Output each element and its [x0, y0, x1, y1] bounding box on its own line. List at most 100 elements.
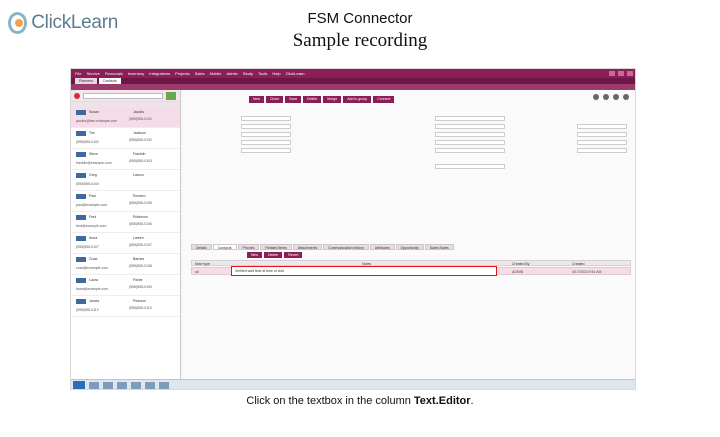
menu-study[interactable]: Study — [243, 71, 253, 76]
tab-communication-history[interactable]: Communication history — [323, 244, 369, 250]
merge-button[interactable]: Merge — [323, 96, 342, 103]
menu-sales[interactable]: Sales — [195, 71, 205, 76]
tab-details[interactable]: Details — [191, 244, 212, 250]
title-field[interactable] — [241, 132, 291, 137]
caption-suffix: . — [470, 395, 474, 407]
col-created[interactable]: Created — [572, 262, 584, 266]
minimize-icon[interactable] — [609, 71, 615, 76]
help-icon[interactable] — [623, 94, 629, 100]
connect-button[interactable]: Connect — [373, 96, 395, 103]
list-item[interactable]: Chad Barnes chad@example.com (555)555-0108 — [71, 254, 180, 275]
list-item[interactable]: Susan Jacobs jacobs@fsm.example.com (555)55… — [71, 107, 180, 128]
taskbar-app-icon[interactable] — [131, 382, 141, 389]
contact-phone: (555)555-0103 — [129, 159, 152, 163]
first-name-field[interactable] — [241, 116, 291, 121]
tab-contacts-detail[interactable]: Contacts — [212, 244, 237, 250]
contact-last-name: Jacobs — [133, 110, 145, 114]
taskbar-app-icon[interactable] — [159, 382, 169, 389]
new-button[interactable]: New — [249, 96, 265, 103]
list-item[interactable]: Tim Jackson (555)555-0102 (555)555-0102 — [71, 128, 180, 149]
default-status-select[interactable] — [577, 148, 627, 153]
menu-file[interactable]: File — [75, 71, 81, 76]
mailing-type-select[interactable] — [577, 132, 627, 137]
contact-badge — [76, 173, 86, 178]
contact-last-name: Robinson — [133, 215, 148, 219]
windows-taskbar — [71, 379, 635, 389]
save-button[interactable]: Save — [285, 96, 302, 103]
list-item[interactable]: Fred Robinson fred@example.com (555)555-010… — [71, 212, 180, 233]
contact-search-input[interactable] — [83, 93, 163, 99]
tab-related-items[interactable]: Related items — [260, 244, 292, 250]
contact-badge — [76, 152, 86, 157]
close-icon[interactable] — [627, 71, 633, 76]
taskbar-app-icon[interactable] — [89, 382, 99, 389]
contact-first-name: James — [89, 299, 100, 303]
taskbar-app-icon[interactable] — [145, 382, 155, 389]
tab-attributes[interactable]: Attributes — [369, 244, 395, 250]
menu-mobile[interactable]: Mobile — [210, 71, 222, 76]
col-created-by[interactable]: Created By — [512, 262, 530, 266]
windows-start-icon[interactable] — [73, 381, 85, 389]
menu-clicklearn[interactable]: ClickLearn — [286, 71, 305, 76]
contact-id-field[interactable] — [241, 140, 291, 145]
menu-financials[interactable]: Financials — [105, 71, 123, 76]
list-item[interactable]: James Pearson (555)555-0110 (555)555-0110 — [71, 296, 180, 317]
menu-service[interactable]: Service — [86, 71, 99, 76]
menu-admin[interactable]: Admin — [226, 71, 237, 76]
text-editor-textbox[interactable]: Verified wait time at time of visit — [231, 266, 497, 276]
tab-sales-notes[interactable]: Sales Notes — [424, 244, 454, 250]
print-icon[interactable] — [613, 94, 619, 100]
list-item[interactable]: Greg Larson (555)555-0104 — [71, 170, 180, 191]
fax-field[interactable] — [435, 124, 505, 129]
last-name-field[interactable] — [241, 124, 291, 129]
col-note-type[interactable]: Note type — [195, 262, 210, 266]
menu-help[interactable]: Help — [272, 71, 280, 76]
tab-opportunity[interactable]: Opportunity — [395, 244, 424, 250]
app-menubar: File Service Financials Inventory Integr… — [71, 69, 635, 78]
contact-email: fred@example.com — [76, 224, 107, 228]
address-field[interactable] — [241, 148, 291, 153]
type-select[interactable] — [577, 140, 627, 145]
tab-attachments[interactable]: Attachments — [292, 244, 323, 250]
company-field[interactable] — [435, 164, 505, 169]
contact-first-name: Steve — [89, 152, 98, 156]
contact-email: (555)555-0107 — [76, 245, 99, 249]
contact-phone: (555)555-0102 — [129, 138, 152, 142]
notes-delete-button[interactable]: Delete — [264, 252, 283, 258]
list-item[interactable]: Anna Larsen (555)555-0107 (555)555-0107 — [71, 233, 180, 254]
menu-projects[interactable]: Projects — [175, 71, 189, 76]
work-phone-field[interactable] — [435, 116, 505, 121]
notes-new-button[interactable]: New — [247, 252, 263, 258]
contact-phone: (555)555-0107 — [129, 243, 152, 247]
add-to-group-button[interactable]: Add to group — [343, 96, 372, 103]
menu-tools[interactable]: Tools — [258, 71, 267, 76]
contact-phone: (555)555-0105 — [129, 201, 152, 205]
menu-inventory[interactable]: Inventory — [128, 71, 144, 76]
taskbar-app-icon[interactable] — [103, 382, 113, 389]
delete-button[interactable]: Delete — [303, 96, 322, 103]
email-field[interactable] — [435, 148, 505, 153]
list-item[interactable]: Paul Romero paul@example.com (555)555-0105 — [71, 191, 180, 212]
list-item[interactable]: Laura Fisher laura@example.com (555)555-010… — [71, 275, 180, 296]
contact-badge — [76, 215, 86, 220]
contact-email: jacobs@fsm.example.com — [76, 119, 118, 123]
mobile-phone-field[interactable] — [435, 132, 505, 137]
list-item[interactable]: Steve Franklin franklin@example.com (555)55… — [71, 149, 180, 170]
contact-badge — [76, 257, 86, 262]
contact-email: franklin@example.com — [76, 161, 112, 165]
company-lookup-field[interactable] — [577, 124, 627, 129]
toolbar-icons — [593, 94, 629, 100]
contact-email: laura@example.com — [76, 287, 109, 291]
menu-integrations[interactable]: Integrations — [149, 71, 170, 76]
contact-badge — [76, 194, 86, 199]
settings-icon[interactable] — [603, 94, 609, 100]
clone-button[interactable]: Clone — [266, 96, 284, 103]
contact-first-name: Tim — [89, 131, 95, 135]
home-phone-field[interactable] — [435, 140, 505, 145]
tab-phones[interactable]: Phones — [237, 244, 260, 250]
taskbar-app-icon[interactable] — [117, 382, 127, 389]
search-button[interactable] — [166, 92, 176, 100]
maximize-icon[interactable] — [618, 71, 624, 76]
notes-revert-button[interactable]: Revert — [284, 252, 303, 258]
people-icon[interactable] — [593, 94, 599, 100]
